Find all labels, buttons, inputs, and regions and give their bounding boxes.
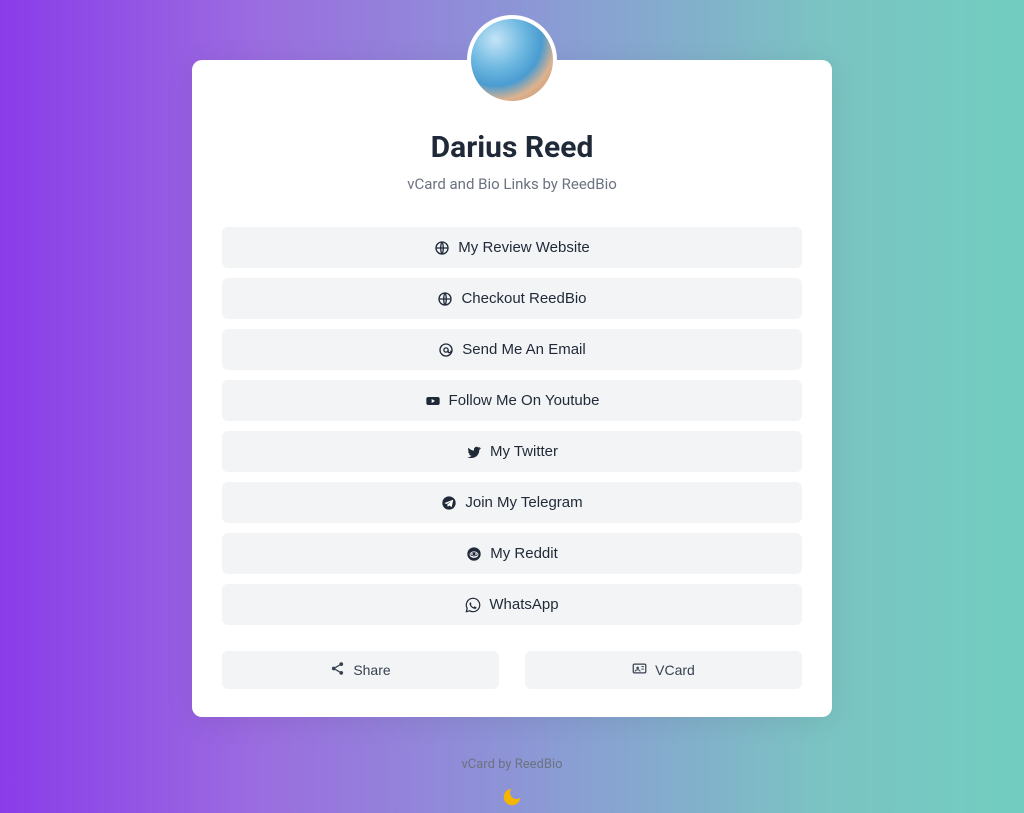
footer-credit: vCard by ReedBio — [461, 757, 562, 772]
profile-subtitle: vCard and Bio Links by ReedBio — [222, 175, 802, 193]
link-item-whatsapp[interactable]: WhatsApp — [222, 584, 802, 625]
link-label: My Twitter — [490, 443, 558, 460]
theme-toggle-moon-icon[interactable] — [501, 786, 523, 813]
at-icon — [438, 342, 454, 358]
link-label: Join My Telegram — [465, 494, 582, 511]
share-button[interactable]: Share — [222, 651, 499, 689]
twitter-icon — [466, 444, 482, 460]
link-item-at[interactable]: Send Me An Email — [222, 329, 802, 370]
profile-card: Darius Reed vCard and Bio Links by ReedB… — [192, 60, 832, 717]
reddit-icon — [466, 546, 482, 562]
link-label: My Review Website — [458, 239, 589, 256]
action-row: Share VCard — [222, 651, 802, 689]
share-icon — [330, 661, 345, 679]
whatsapp-icon — [465, 597, 481, 613]
link-label: Checkout ReedBio — [461, 290, 586, 307]
telegram-icon — [441, 495, 457, 511]
vcard-label: VCard — [655, 662, 695, 678]
vcard-button[interactable]: VCard — [525, 651, 802, 689]
links-list: My Review Website Checkout ReedBio Send Me… — [222, 227, 802, 625]
globe-icon — [434, 240, 450, 256]
link-item-telegram[interactable]: Join My Telegram — [222, 482, 802, 523]
link-item-globe[interactable]: My Review Website — [222, 227, 802, 268]
link-label: My Reddit — [490, 545, 558, 562]
youtube-icon — [425, 393, 441, 409]
link-item-youtube[interactable]: Follow Me On Youtube — [222, 380, 802, 421]
link-label: WhatsApp — [489, 596, 558, 613]
vcard-icon — [632, 661, 647, 679]
link-label: Send Me An Email — [462, 341, 585, 358]
link-label: Follow Me On Youtube — [449, 392, 600, 409]
link-item-globe[interactable]: Checkout ReedBio — [222, 278, 802, 319]
share-label: Share — [353, 662, 390, 678]
globe-icon — [437, 291, 453, 307]
profile-name: Darius Reed — [222, 130, 802, 165]
link-item-reddit[interactable]: My Reddit — [222, 533, 802, 574]
link-item-twitter[interactable]: My Twitter — [222, 431, 802, 472]
avatar — [467, 15, 557, 105]
